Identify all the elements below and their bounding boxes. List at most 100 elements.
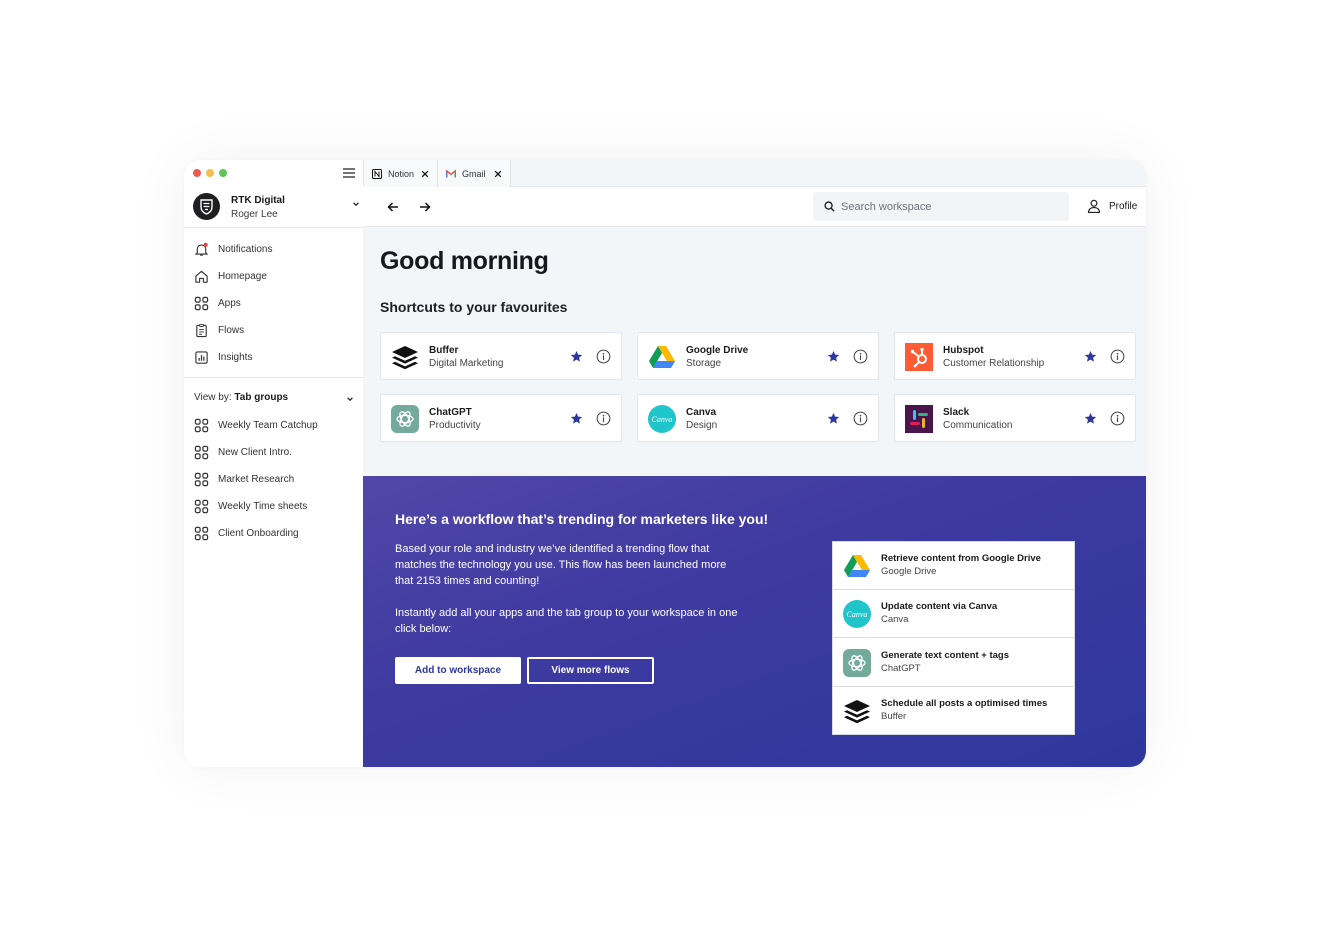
step-app: Buffer bbox=[881, 711, 907, 722]
sidebar-item-flows[interactable]: Flows bbox=[194, 321, 354, 339]
step-title: Schedule all posts a optimised times bbox=[881, 698, 1048, 709]
tab-group-item[interactable]: Weekly Time sheets bbox=[194, 497, 354, 515]
bar-chart-icon bbox=[195, 350, 208, 364]
toolbar: Profile bbox=[363, 187, 1146, 227]
info-icon[interactable] bbox=[1110, 411, 1125, 426]
shortcut-card-buffer[interactable]: Buffer Digital Marketing bbox=[380, 332, 622, 380]
account-switcher[interactable]: RTK Digital Roger Lee bbox=[193, 192, 357, 222]
canva-logo-icon bbox=[648, 405, 676, 433]
tab-group-item[interactable]: New Client Intro. bbox=[194, 443, 354, 461]
sidebar-item-label: Homepage bbox=[218, 270, 267, 282]
star-icon[interactable] bbox=[827, 350, 840, 363]
shortcut-category: Storage bbox=[686, 358, 722, 369]
home-icon bbox=[195, 270, 208, 283]
shortcut-card-chatgpt[interactable]: ChatGPT Productivity bbox=[380, 394, 622, 442]
promo-line: matches the technology you use. This flo… bbox=[395, 559, 727, 571]
star-icon[interactable] bbox=[1084, 350, 1097, 363]
apps-grid-icon bbox=[194, 296, 209, 311]
star-icon[interactable] bbox=[570, 412, 583, 425]
tab-notion[interactable]: Notion bbox=[364, 160, 438, 187]
add-to-workspace-button[interactable]: Add to workspace bbox=[395, 657, 521, 684]
buffer-logo-icon bbox=[843, 697, 871, 725]
tab-group-item[interactable]: Market Research bbox=[194, 470, 354, 488]
view-by-value: Tab groups bbox=[234, 392, 289, 403]
sidebar-item-label: Flows bbox=[218, 324, 245, 336]
slack-logo-icon bbox=[905, 405, 933, 433]
star-icon[interactable] bbox=[1084, 412, 1097, 425]
sidebar: RTK Digital Roger Lee Notifications Home… bbox=[184, 160, 363, 767]
shortcut-card-slack[interactable]: Slack Communication bbox=[894, 394, 1136, 442]
workflow-step[interactable]: Retrieve content from Google Drive Googl… bbox=[833, 542, 1074, 590]
view-by-label: View by: bbox=[194, 392, 232, 403]
info-icon[interactable] bbox=[596, 411, 611, 426]
shortcut-category: Productivity bbox=[429, 420, 481, 431]
tab-group-item[interactable]: Client Onboarding bbox=[194, 524, 354, 542]
profile-button[interactable]: Profile bbox=[1087, 196, 1137, 216]
maximize-window-button[interactable] bbox=[219, 169, 227, 177]
sidebar-item-homepage[interactable]: Homepage bbox=[194, 267, 354, 285]
tab-label: Notion bbox=[388, 168, 415, 179]
tab-group-icon bbox=[194, 499, 209, 514]
sidebar-item-notifications[interactable]: Notifications bbox=[194, 240, 354, 258]
shortcut-name: Buffer bbox=[429, 345, 459, 356]
promo-instruction: Instantly add all your apps and the tab … bbox=[395, 605, 785, 637]
close-window-button[interactable] bbox=[193, 169, 201, 177]
close-tab-icon[interactable] bbox=[494, 170, 502, 178]
hamburger-menu-icon[interactable] bbox=[343, 168, 355, 178]
step-app: Google Drive bbox=[881, 566, 937, 577]
tab-group-item[interactable]: Weekly Team Catchup bbox=[194, 416, 354, 434]
shortcut-name: Canva bbox=[686, 407, 717, 418]
shortcut-card-canva[interactable]: Canva Design bbox=[637, 394, 879, 442]
shortcut-category: Digital Marketing bbox=[429, 358, 504, 369]
search-bar bbox=[813, 192, 1069, 221]
forward-arrow-icon[interactable] bbox=[418, 200, 432, 214]
user-icon bbox=[1087, 199, 1101, 213]
notion-icon bbox=[372, 168, 382, 179]
promo-description: Based your role and industry we’ve ident… bbox=[395, 541, 785, 589]
shortcut-card-google-drive[interactable]: Google Drive Storage bbox=[637, 332, 879, 380]
tab-group-icon bbox=[194, 418, 209, 433]
account-name: RTK Digital bbox=[231, 195, 285, 206]
promo-line: click below: bbox=[395, 623, 452, 635]
workflow-step[interactable]: Update content via Canva Canva bbox=[833, 590, 1074, 638]
google-drive-logo-icon bbox=[843, 552, 871, 580]
tab-group-icon bbox=[194, 472, 209, 487]
tab-label: Gmail bbox=[462, 168, 486, 179]
hubspot-logo-icon bbox=[905, 343, 933, 371]
star-icon[interactable] bbox=[827, 412, 840, 425]
shortcut-category: Customer Relationship bbox=[943, 358, 1045, 369]
shortcut-card-hubspot[interactable]: Hubspot Customer Relationship bbox=[894, 332, 1136, 380]
step-app: Canva bbox=[881, 614, 909, 625]
canva-logo-icon bbox=[843, 600, 871, 628]
tab-group-icon bbox=[194, 445, 209, 460]
workflow-step[interactable]: Generate text content + tags ChatGPT bbox=[833, 639, 1074, 687]
view-more-flows-button[interactable]: View more flows bbox=[527, 657, 654, 684]
workflow-step[interactable]: Schedule all posts a optimised times Buf… bbox=[833, 687, 1074, 735]
minimize-window-button[interactable] bbox=[206, 169, 214, 177]
info-icon[interactable] bbox=[1110, 349, 1125, 364]
shortcuts-title: Shortcuts to your favourites bbox=[380, 299, 568, 315]
info-icon[interactable] bbox=[596, 349, 611, 364]
chevron-down-icon bbox=[352, 200, 360, 208]
back-arrow-icon[interactable] bbox=[386, 200, 400, 214]
chatgpt-logo-icon bbox=[391, 405, 419, 433]
window-controls bbox=[193, 169, 227, 177]
tab-gmail[interactable]: Gmail bbox=[438, 160, 511, 187]
tab-bar: Notion Gmail bbox=[363, 160, 1146, 187]
workflow-steps: Retrieve content from Google Drive Googl… bbox=[832, 541, 1075, 735]
tab-group-label: Weekly Time sheets bbox=[218, 500, 308, 512]
google-drive-logo-icon bbox=[648, 343, 676, 371]
step-title: Retrieve content from Google Drive bbox=[881, 553, 1041, 564]
promo-line: Instantly add all your apps and the tab … bbox=[395, 607, 738, 619]
tab-group-label: Market Research bbox=[218, 473, 295, 485]
info-icon[interactable] bbox=[853, 349, 868, 364]
view-by-selector[interactable]: View by: Tab groups bbox=[194, 392, 356, 406]
info-icon[interactable] bbox=[853, 411, 868, 426]
sidebar-item-insights[interactable]: Insights bbox=[194, 348, 354, 366]
sidebar-item-label: Notifications bbox=[218, 243, 273, 255]
sidebar-item-label: Apps bbox=[218, 297, 241, 309]
search-input[interactable] bbox=[841, 197, 1061, 216]
star-icon[interactable] bbox=[570, 350, 583, 363]
sidebar-item-apps[interactable]: Apps bbox=[194, 294, 354, 312]
close-tab-icon[interactable] bbox=[421, 170, 429, 178]
